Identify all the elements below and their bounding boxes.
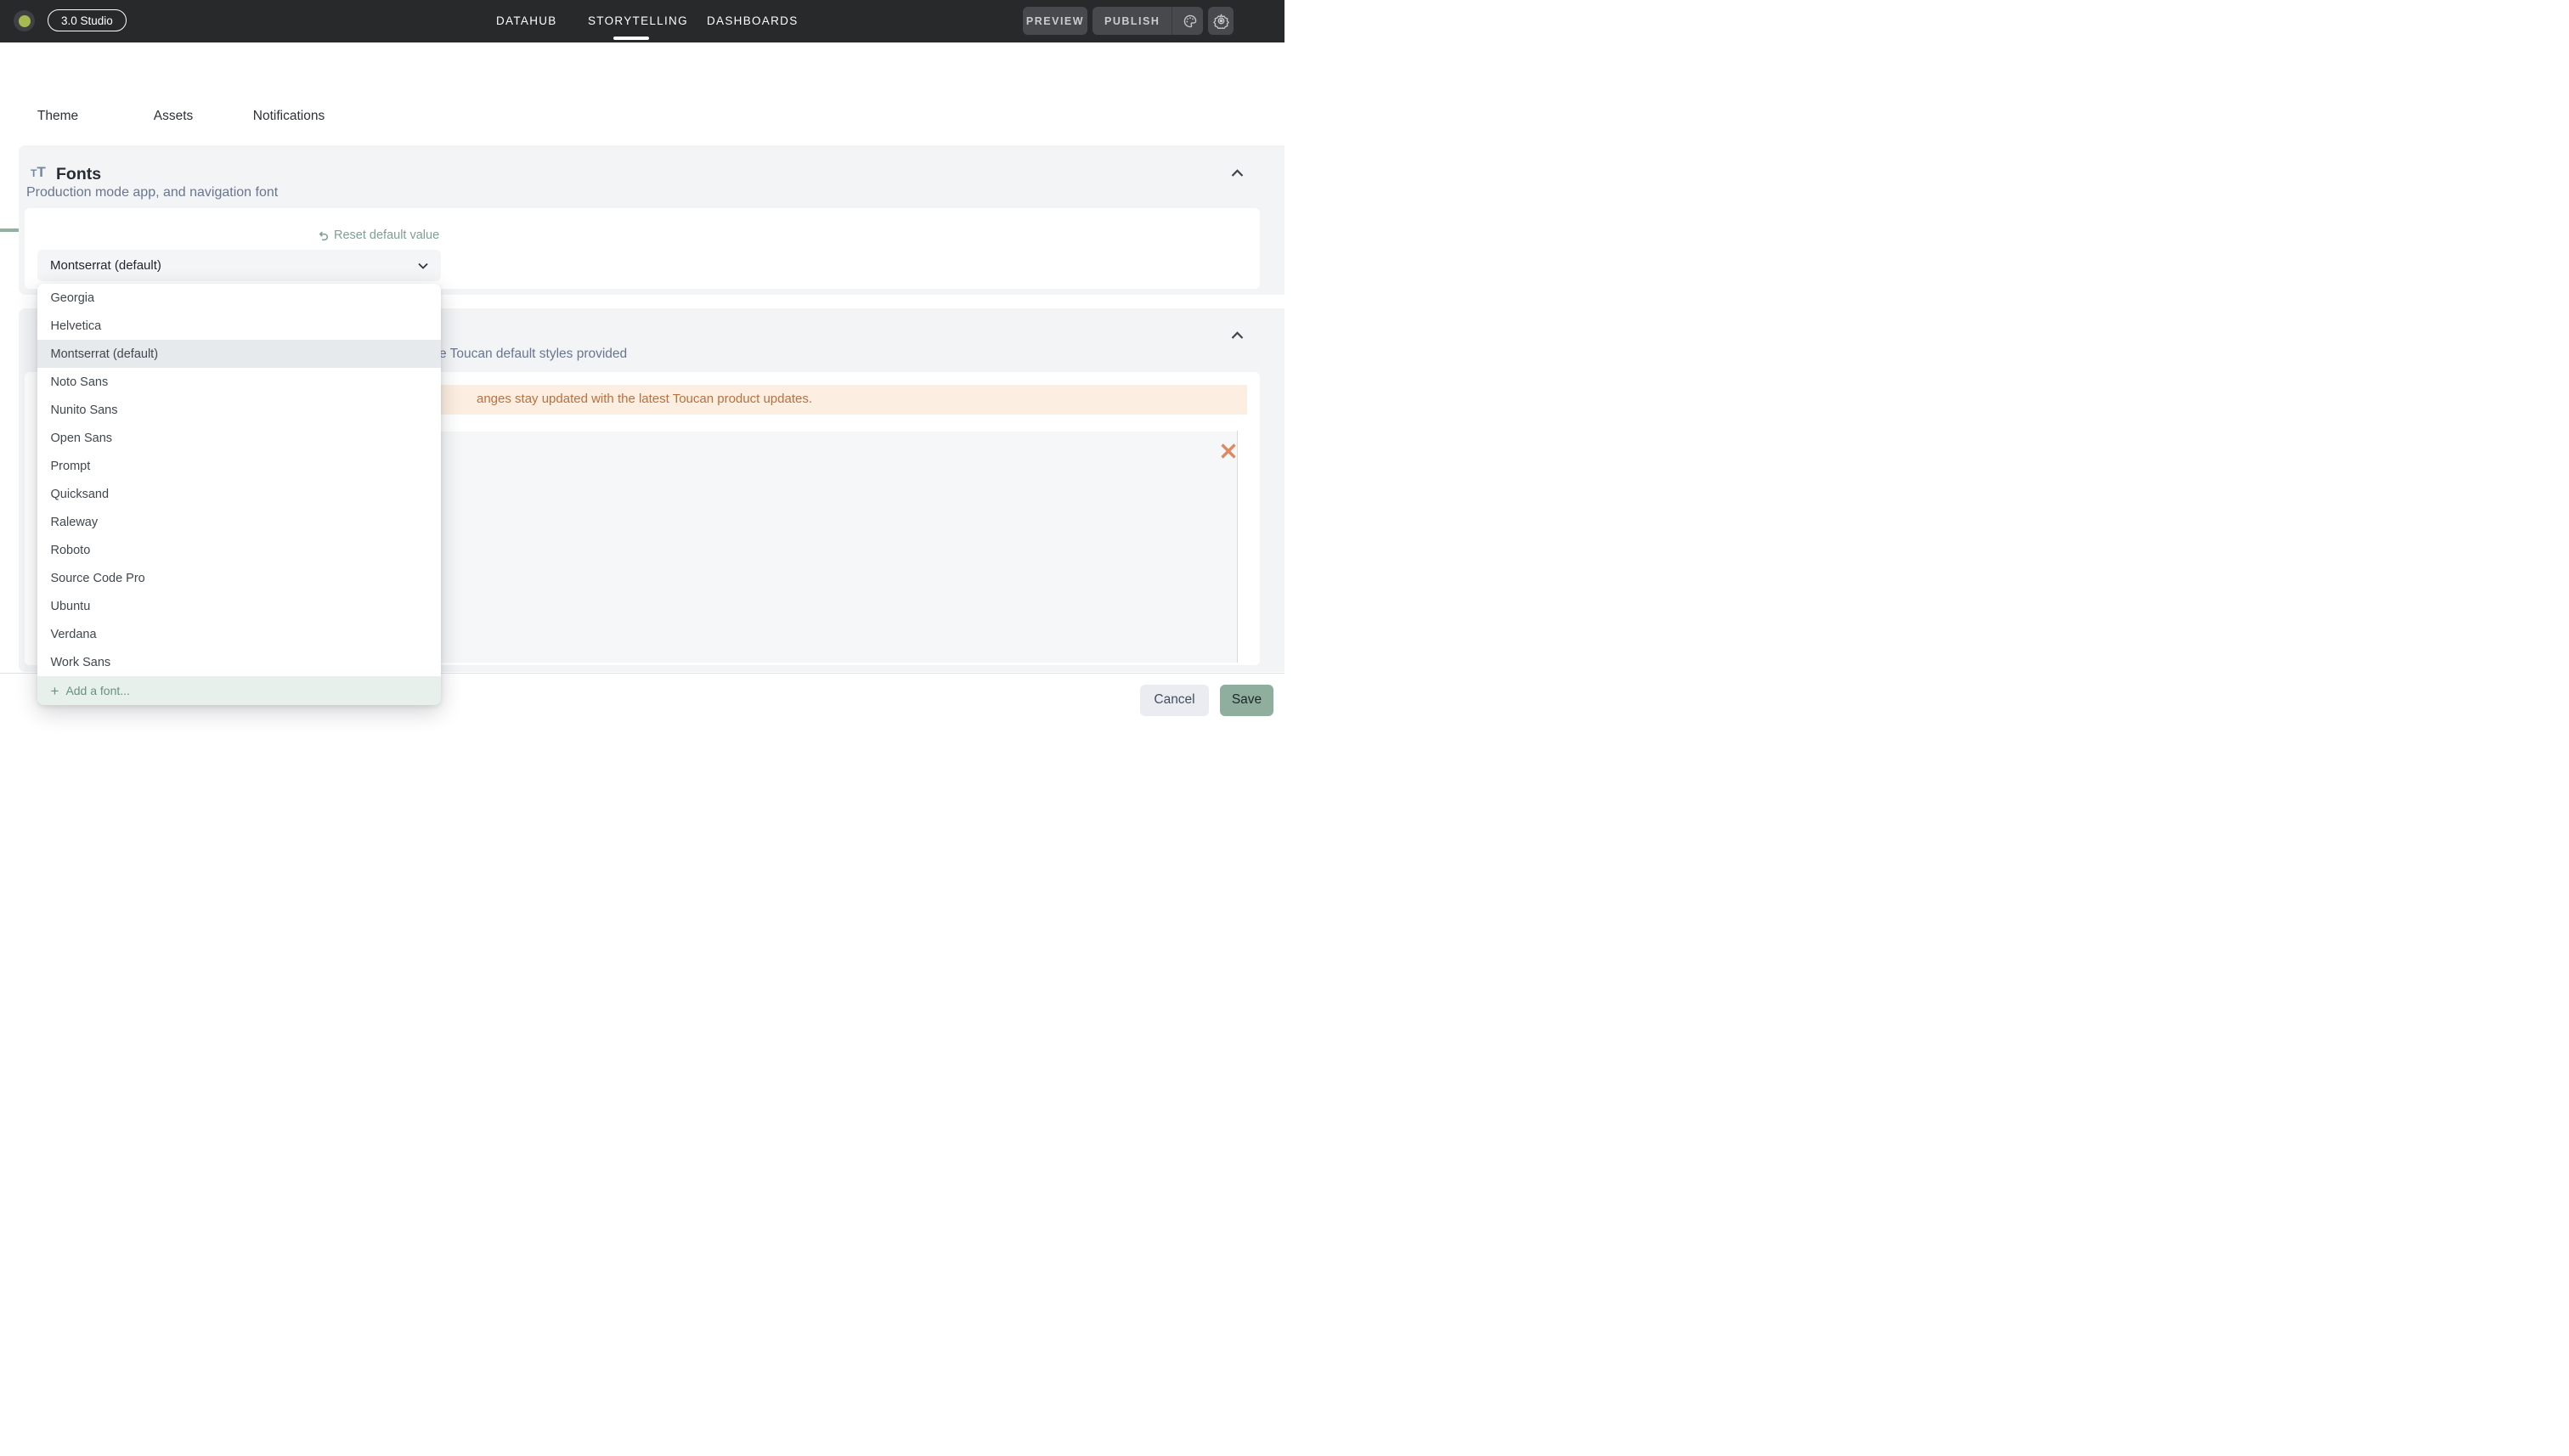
customization-tabbar: Theme Assets Notifications <box>0 93 1284 138</box>
editor-right-divider <box>1237 431 1238 663</box>
top-navbar: 3.0 Studio DATAHUB STORYTELLING DASHBOAR… <box>0 0 1284 42</box>
collapse-styles-button[interactable] <box>1231 329 1244 344</box>
save-button[interactable]: Save <box>1220 685 1273 716</box>
font-option-label: Ubuntu <box>51 600 91 613</box>
plus-icon: + <box>51 684 59 698</box>
chevron-down-icon <box>418 262 428 269</box>
reset-default-link[interactable]: Reset default value <box>318 229 439 242</box>
nav-item-storytelling[interactable]: STORYTELLING <box>588 14 688 27</box>
font-option[interactable]: Open Sans <box>37 424 441 452</box>
font-option-label: Work Sans <box>51 656 111 669</box>
add-font-option[interactable]: + Add a font... <box>37 676 441 705</box>
orange-x-icon <box>1220 443 1237 460</box>
font-option-label: Verdana <box>51 628 97 641</box>
gear-icon <box>1213 13 1229 29</box>
modal-header: Customization <box>0 42 1284 93</box>
tab-theme[interactable]: Theme <box>0 93 116 138</box>
fonts-section-title: Fonts <box>56 165 101 184</box>
font-option-label: Quicksand <box>51 488 110 501</box>
fonts-icon: TT <box>31 164 46 181</box>
preview-button[interactable]: PREVIEW <box>1023 7 1087 35</box>
font-dropdown-menu: Georgia Helvetica Montserrat (default) N… <box>37 284 441 705</box>
font-option-label: Open Sans <box>51 432 113 445</box>
remove-style-button[interactable] <box>1220 443 1237 464</box>
font-option-label: Nunito Sans <box>51 404 118 417</box>
add-font-label: Add a font... <box>65 684 130 697</box>
font-option[interactable]: Montserrat (default) <box>37 340 441 368</box>
tab-assets[interactable]: Assets <box>116 93 231 138</box>
font-option[interactable]: Georgia <box>37 284 441 312</box>
status-dot-icon <box>19 15 31 27</box>
font-option[interactable]: Prompt <box>37 452 441 480</box>
update-warning-text: anges stay updated with the latest Touca… <box>477 392 812 406</box>
font-option-label: Source Code Pro <box>51 572 145 585</box>
nav-item-datahub[interactable]: DATAHUB <box>496 14 557 27</box>
collapse-fonts-button[interactable] <box>1231 166 1244 182</box>
font-option[interactable]: Work Sans <box>37 648 441 676</box>
font-option[interactable]: Helvetica <box>37 312 441 340</box>
nav-item-dashboards[interactable]: DASHBOARDS <box>707 14 799 27</box>
theme-palette-button[interactable] <box>1177 7 1203 35</box>
cancel-button[interactable]: Cancel <box>1140 685 1209 716</box>
font-option[interactable]: Verdana <box>37 620 441 648</box>
status-indicator <box>14 10 35 31</box>
font-option[interactable]: Roboto <box>37 536 441 564</box>
font-option-label: Georgia <box>51 291 95 305</box>
font-option-label: Prompt <box>51 460 91 473</box>
publish-button[interactable]: PUBLISH <box>1093 7 1172 35</box>
chevron-up-icon <box>1231 169 1244 178</box>
font-option[interactable]: Source Code Pro <box>37 564 441 592</box>
app-version-badge[interactable]: 3.0 Studio <box>48 9 127 31</box>
font-option-label: Roboto <box>51 544 91 557</box>
font-option-label: Montserrat (default) <box>51 347 159 361</box>
font-option[interactable]: Raleway <box>37 508 441 536</box>
fonts-section-subtitle: Production mode app, and navigation font <box>26 185 278 200</box>
font-option[interactable]: Ubuntu <box>37 592 441 620</box>
tab-notifications[interactable]: Notifications <box>231 93 347 138</box>
settings-button[interactable] <box>1208 7 1234 35</box>
font-select-value: Montserrat (default) <box>50 258 418 273</box>
font-select[interactable]: Montserrat (default) <box>37 250 441 281</box>
font-option-label: Raleway <box>51 516 99 529</box>
font-option-label: Helvetica <box>51 319 102 333</box>
styles-section-subtitle: e Toucan default styles provided <box>439 347 627 362</box>
customization-screen: 3.0 Studio DATAHUB STORYTELLING DASHBOAR… <box>0 0 1284 728</box>
font-option[interactable]: Quicksand <box>37 480 441 508</box>
palette-icon <box>1183 14 1198 29</box>
font-option-label: Noto Sans <box>51 375 109 389</box>
font-option[interactable]: Nunito Sans <box>37 396 441 424</box>
chevron-up-icon <box>1231 331 1244 340</box>
font-option[interactable]: Noto Sans <box>37 368 441 396</box>
reset-default-label: Reset default value <box>334 229 439 242</box>
active-nav-underline <box>613 37 649 40</box>
undo-icon <box>318 230 329 241</box>
